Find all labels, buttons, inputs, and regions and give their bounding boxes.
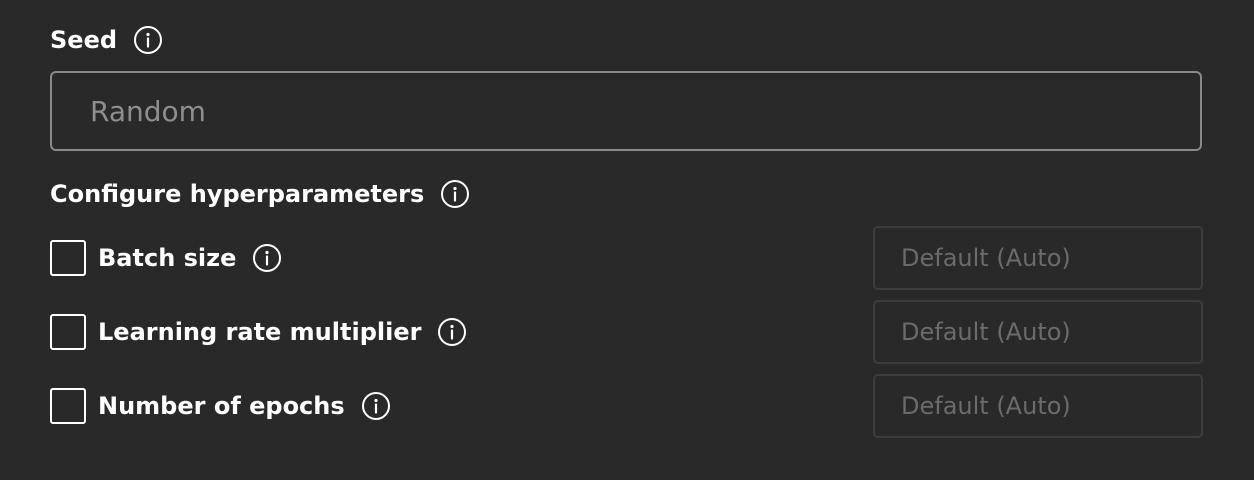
- hyperparameter-row-batch-size: Batch size: [50, 238, 282, 278]
- batch-size-input[interactable]: [873, 226, 1203, 290]
- seed-label-row: Seed: [50, 20, 163, 60]
- hyperparameters-label-row: Configure hyperparameters: [50, 174, 470, 214]
- learning-rate-multiplier-input[interactable]: [873, 300, 1203, 364]
- info-icon[interactable]: [440, 179, 470, 209]
- number-of-epochs-input[interactable]: [873, 374, 1203, 438]
- hyperparameter-row-learning-rate-multiplier: Learning rate multiplier: [50, 312, 467, 352]
- batch-size-checkbox[interactable]: [50, 240, 86, 276]
- batch-size-label: Batch size: [98, 244, 237, 272]
- info-icon[interactable]: [361, 391, 391, 421]
- info-icon[interactable]: [437, 317, 467, 347]
- seed-input[interactable]: [50, 71, 1202, 151]
- number-of-epochs-label: Number of epochs: [98, 392, 345, 420]
- seed-label: Seed: [50, 26, 118, 54]
- learning-rate-multiplier-label: Learning rate multiplier: [98, 318, 422, 346]
- learning-rate-multiplier-checkbox[interactable]: [50, 314, 86, 350]
- number-of-epochs-checkbox[interactable]: [50, 388, 86, 424]
- info-icon[interactable]: [252, 243, 282, 273]
- hyperparameter-row-number-of-epochs: Number of epochs: [50, 386, 391, 426]
- hyperparameters-label: Configure hyperparameters: [50, 180, 425, 208]
- info-icon[interactable]: [133, 25, 163, 55]
